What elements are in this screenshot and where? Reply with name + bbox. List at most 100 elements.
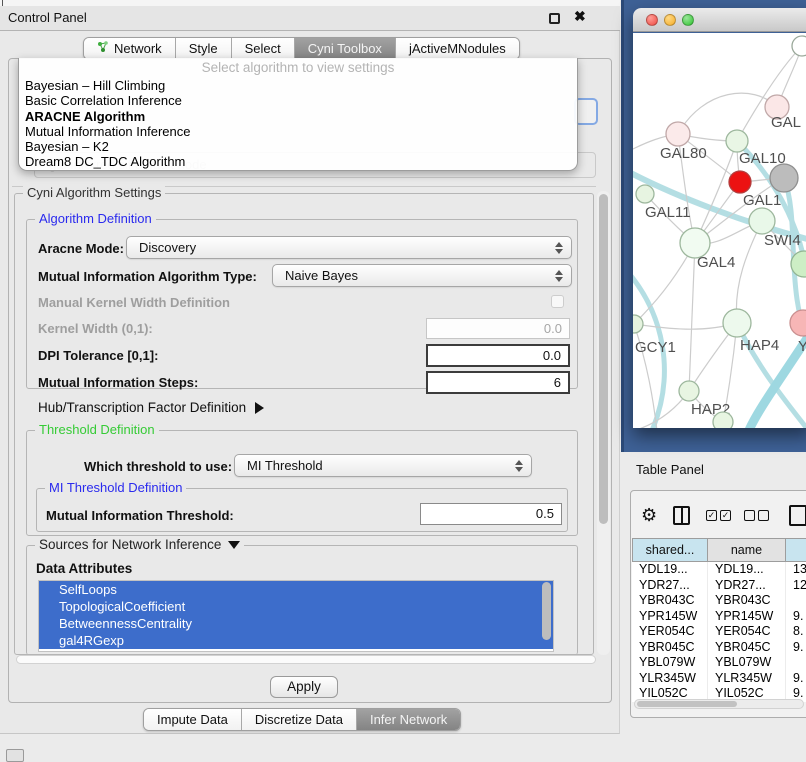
algorithm-definition-title: Algorithm Definition <box>35 211 156 226</box>
dpi-tolerance-field[interactable]: 0.0 <box>426 344 570 367</box>
tab-discretize-data[interactable]: Discretize Data <box>242 709 357 730</box>
network-node-gal1[interactable] <box>729 171 751 193</box>
network-canvas[interactable]: GALGAL80GAL10GAL1GAL11SWI4GAL4GCY1HAP4YH… <box>633 33 806 428</box>
table-cell: YBL079W <box>632 655 708 671</box>
attribute-item-gal4rgexp[interactable]: gal4RGexp <box>39 632 553 649</box>
kernel-width-field[interactable]: 0.0 <box>426 318 570 339</box>
tab-label: Select <box>245 41 281 56</box>
network-node-gal80[interactable] <box>666 122 690 146</box>
tab-label: Network <box>114 41 162 56</box>
table-row-ybr043c[interactable]: YBR043CYBR043C <box>632 593 806 609</box>
network-node[interactable] <box>792 36 806 56</box>
tab-select[interactable]: Select <box>232 38 295 59</box>
table-cell: YPR145W <box>708 609 786 625</box>
tab-jactivemnodules[interactable]: jActiveMNodules <box>396 38 519 59</box>
algorithm-option-bayesian-k2[interactable]: Bayesian – K2 <box>19 139 577 154</box>
combo-arrows-icon <box>555 242 563 254</box>
collapse-down-icon <box>228 541 240 549</box>
table-row-ydr27[interactable]: YDR27...YDR27...12 <box>632 578 806 594</box>
attribute-item-topologicalcoefficient[interactable]: TopologicalCoefficient <box>39 598 553 615</box>
sources-title: Sources for Network Inference <box>39 537 221 552</box>
dpi-tolerance-label: DPI Tolerance [0,1]: <box>38 348 158 363</box>
mi-threshold-field[interactable]: 0.5 <box>420 503 562 525</box>
algorithm-option-basic-correlation-inference[interactable]: Basic Correlation Inference <box>19 93 577 108</box>
close-icon[interactable]: ✖ <box>574 8 586 25</box>
node-label-hap4: HAP4 <box>740 337 779 354</box>
apply-button[interactable]: Apply <box>270 676 338 698</box>
combo-arrows-icon <box>555 270 563 282</box>
sources-toggle[interactable]: Sources for Network Inference <box>35 537 244 552</box>
manual-kernel-checkbox[interactable] <box>551 295 564 308</box>
split-columns-icon[interactable] <box>673 506 690 525</box>
network-node-hap2[interactable] <box>679 381 699 401</box>
table-hscrollbar-thumb[interactable] <box>637 701 737 707</box>
network-icon <box>97 41 109 56</box>
algorithm-option-aracne-algorithm[interactable]: ARACNE Algorithm <box>19 109 577 124</box>
table-cell: YLR345W <box>708 671 786 687</box>
which-threshold-combo[interactable]: MI Threshold <box>234 454 532 477</box>
column-header-col2[interactable] <box>786 538 806 562</box>
float-window-icon[interactable] <box>549 13 560 24</box>
minimize-traffic-light[interactable] <box>664 14 676 26</box>
tab-label: Discretize Data <box>255 712 343 727</box>
network-window-titlebar[interactable] <box>633 8 806 32</box>
attributes-scrollbar-thumb[interactable] <box>542 582 551 640</box>
column-header-name[interactable]: name <box>708 538 786 562</box>
settings-scrollbar-thumb[interactable] <box>599 194 608 524</box>
network-node[interactable] <box>770 164 798 192</box>
select-all-columns-icon[interactable]: ✓✓ <box>706 510 731 521</box>
close-traffic-light[interactable] <box>646 14 658 26</box>
table-cell: YBR045C <box>708 640 786 656</box>
gear-icon[interactable]: ⚙ <box>641 505 657 526</box>
table-row-ybl079w[interactable]: YBL079WYBL079W <box>632 655 806 671</box>
hub-definition-toggle[interactable]: Hub/Transcription Factor Definition <box>38 400 264 415</box>
network-node-gal10[interactable] <box>726 130 748 152</box>
tab-style[interactable]: Style <box>176 38 232 59</box>
table-hscrollbar[interactable] <box>634 699 804 709</box>
unchecked-box-icon <box>744 510 755 521</box>
table-cell: YDR27... <box>632 578 708 594</box>
aracne-mode-combo[interactable]: Discovery <box>126 236 572 259</box>
zoom-traffic-light[interactable] <box>682 14 694 26</box>
page-icon[interactable] <box>789 505 806 526</box>
mi-type-combo[interactable]: Naive Bayes <box>272 264 572 287</box>
deselect-all-columns-icon[interactable] <box>744 510 769 521</box>
network-node-gal11[interactable] <box>636 185 654 203</box>
table-cell: YDR27... <box>708 578 786 594</box>
hub-definition-label: Hub/Transcription Factor Definition <box>38 400 246 415</box>
mi-type-value: Naive Bayes <box>285 268 358 283</box>
attribute-item-betweennesscentrality[interactable]: BetweennessCentrality <box>39 615 553 632</box>
mi-type-label: Mutual Information Algorithm Type: <box>38 269 257 284</box>
network-view-window[interactable]: GALGAL80GAL10GAL1GAL11SWI4GAL4GCY1HAP4YH… <box>633 8 806 428</box>
attribute-item-selfloops[interactable]: SelfLoops <box>39 581 553 598</box>
table-row-ybr045c[interactable]: YBR045CYBR045C9. <box>632 640 806 656</box>
network-node-swi4[interactable] <box>749 208 775 234</box>
table-row-ylr345w[interactable]: YLR345WYLR345W9. <box>632 671 806 687</box>
column-header-shared[interactable]: shared... <box>632 538 708 562</box>
table-cell: 9. <box>786 609 806 625</box>
kernel-width-label: Kernel Width (0,1): <box>38 321 153 336</box>
aracne-mode-label: Aracne Mode: <box>38 241 124 256</box>
algorithm-option-dream8-dc-tdc-algorithm[interactable]: Dream8 DC_TDC Algorithm <box>19 154 577 169</box>
tab-cyni-toolbox[interactable]: Cyni Toolbox <box>295 38 396 59</box>
network-node[interactable] <box>713 412 733 428</box>
network-node-gcy1[interactable] <box>633 315 643 333</box>
tab-network[interactable]: Network <box>84 38 176 59</box>
data-attributes-list[interactable]: SelfLoopsTopologicalCoefficientBetweenne… <box>38 580 554 652</box>
table-row-ypr145w[interactable]: YPR145WYPR145W9. <box>632 609 806 625</box>
tab-impute-data[interactable]: Impute Data <box>144 709 242 730</box>
mi-steps-field[interactable]: 6 <box>426 371 570 394</box>
algorithm-option-mutual-information-inference[interactable]: Mutual Information Inference <box>19 124 577 139</box>
table-row-yer054c[interactable]: YER054CYER054C8. <box>632 624 806 640</box>
network-node-y[interactable] <box>790 310 806 336</box>
tab-infer-network[interactable]: Infer Network <box>357 709 460 730</box>
table-cell: YBR043C <box>632 593 708 609</box>
table-cell: YER054C <box>708 624 786 640</box>
settings-hscrollbar[interactable] <box>16 655 596 664</box>
algorithm-option-bayesian-hill-climbing[interactable]: Bayesian – Hill Climbing <box>19 78 577 93</box>
network-nodes[interactable]: GALGAL80GAL10GAL1GAL11SWI4GAL4GCY1HAP4YH… <box>633 36 806 428</box>
table-cell: YDL19... <box>632 562 708 578</box>
network-node-hap4[interactable] <box>723 309 751 337</box>
table-row-ydl19[interactable]: YDL19...YDL19...13 <box>632 562 806 578</box>
minimized-panel-button[interactable] <box>6 749 24 762</box>
